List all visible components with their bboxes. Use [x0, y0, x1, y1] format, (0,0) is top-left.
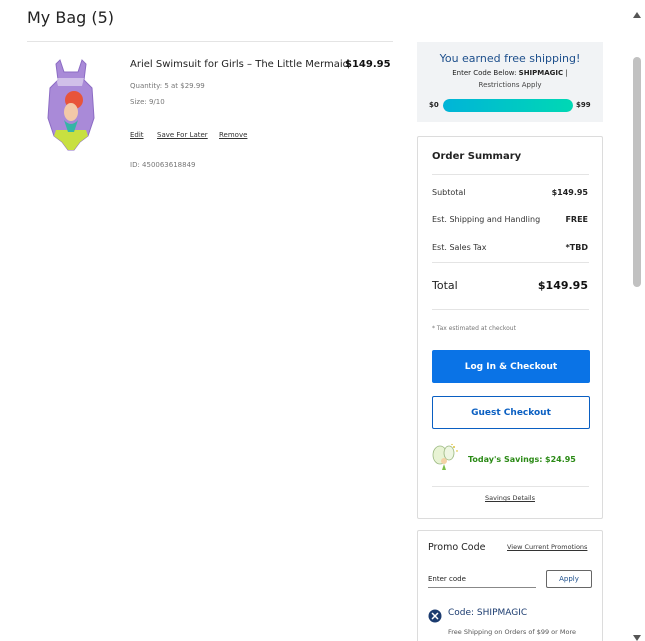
- summary-divider: [432, 309, 589, 310]
- product-price: $149.95: [345, 59, 391, 70]
- shipping-progress-fill: [443, 99, 573, 112]
- summary-divider: [432, 486, 589, 487]
- subtotal-label: Subtotal: [432, 188, 466, 197]
- shipping-value: FREE: [565, 215, 588, 224]
- shipping-progress-bar: [443, 99, 573, 112]
- promo-code-input[interactable]: [428, 571, 536, 588]
- savings-details-link[interactable]: Savings Details: [418, 494, 602, 502]
- shipping-code-suffix: |: [563, 69, 568, 77]
- product-size: Size: 9/10: [130, 98, 165, 106]
- scroll-up-arrow-icon[interactable]: [632, 4, 642, 18]
- shipping-label: Est. Shipping and Handling: [432, 215, 541, 224]
- total-value: $149.95: [537, 279, 588, 292]
- summary-divider: [432, 262, 589, 263]
- shipping-code-prefix: Enter Code Below:: [452, 69, 519, 77]
- order-summary-card: Order Summary Subtotal $149.95 Est. Ship…: [417, 136, 603, 519]
- progress-max-label: $99: [576, 101, 591, 109]
- scroll-down-arrow-icon[interactable]: [632, 627, 642, 641]
- remove-link[interactable]: Remove: [219, 131, 247, 139]
- shipping-code: SHIPMAGIC: [518, 69, 564, 77]
- progress-min-label: $0: [429, 101, 439, 109]
- subtotal-value: $149.95: [551, 188, 588, 197]
- summary-divider: [432, 174, 589, 175]
- promo-code-card: Promo Code View Current Promotions Apply…: [417, 530, 603, 641]
- close-circle-icon[interactable]: [428, 608, 442, 623]
- todays-savings-label: Today's Savings:: [468, 455, 543, 464]
- apply-promo-button[interactable]: Apply: [546, 570, 592, 588]
- product-id: ID: 450063618849: [130, 161, 196, 169]
- restrictions-apply-link[interactable]: Restrictions Apply: [417, 81, 603, 89]
- tinker-bell-icon: [430, 443, 460, 471]
- applied-promo-description: Free Shipping on Orders of $99 or More: [448, 628, 577, 636]
- scrollbar-thumb[interactable]: [633, 57, 641, 287]
- product-name[interactable]: Ariel Swimsuit for Girls – The Little Me…: [130, 59, 349, 70]
- order-summary-title: Order Summary: [432, 151, 522, 162]
- total-label: Total: [432, 279, 458, 292]
- view-current-promotions-link[interactable]: View Current Promotions: [507, 543, 587, 551]
- shipping-code-line: Enter Code Below: SHIPMAGIC |: [417, 69, 603, 77]
- todays-savings-value: $24.95: [545, 455, 576, 464]
- product-image[interactable]: [44, 58, 98, 154]
- free-shipping-banner: You earned free shipping! Enter Code Bel…: [417, 42, 603, 122]
- promo-code-title: Promo Code: [428, 542, 486, 553]
- edit-link[interactable]: Edit: [130, 131, 144, 139]
- guest-checkout-button[interactable]: Guest Checkout: [432, 396, 590, 429]
- save-for-later-link[interactable]: Save For Later: [157, 131, 208, 139]
- product-quantity: Quantity: 5 at $29.99: [130, 82, 205, 90]
- title-divider: [27, 41, 393, 42]
- sales-tax-value: *TBD: [565, 243, 588, 252]
- sales-tax-label: Est. Sales Tax: [432, 243, 487, 252]
- login-checkout-button[interactable]: Log In & Checkout: [432, 350, 590, 383]
- applied-promo-code: Code: SHIPMAGIC: [448, 608, 528, 618]
- free-shipping-title: You earned free shipping!: [439, 52, 581, 65]
- tax-note: * Tax estimated at checkout: [432, 325, 516, 332]
- page-title: My Bag (5): [27, 8, 115, 27]
